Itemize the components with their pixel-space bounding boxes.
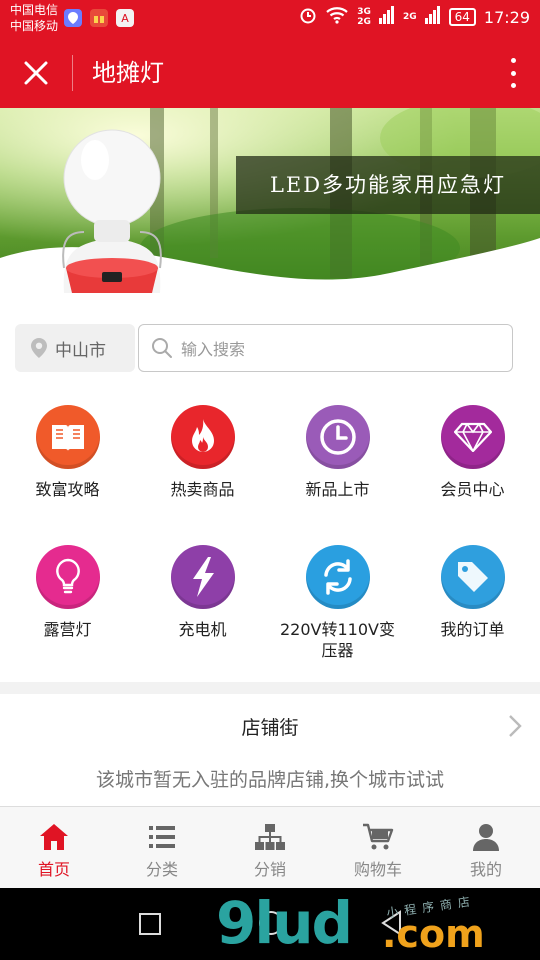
category-label: 会员中心	[440, 480, 505, 499]
page-title: 地摊灯	[92, 59, 164, 87]
notification-icons: A	[64, 9, 134, 27]
shop-street-header[interactable]: 店铺街	[0, 694, 540, 758]
tag-icon	[440, 545, 505, 609]
site-watermark: 9lud .com 小程序商店	[216, 888, 526, 960]
tab-label: 购物车	[353, 860, 402, 879]
city-name: 中山市	[55, 340, 106, 361]
alarm-icon	[299, 6, 317, 28]
carrier-1: 中国电信	[10, 3, 59, 17]
tab-label: 分类	[145, 860, 178, 879]
tab-distribution[interactable]: 分销	[216, 807, 324, 888]
diamond-icon	[440, 405, 505, 469]
lamp-illustration	[62, 129, 162, 293]
category-item[interactable]: 致富攻略	[0, 405, 135, 500]
category-label: 露营灯	[43, 620, 92, 639]
search-placeholder: 输入搜索	[181, 340, 246, 359]
home-icon	[40, 824, 68, 850]
carrier-2: 中国移动	[10, 19, 59, 33]
text-app-icon: A	[116, 9, 134, 27]
shop-street-title: 店铺街	[241, 716, 299, 739]
category-item[interactable]: 220V转110V变压器	[270, 545, 405, 661]
recent-apps-icon[interactable]	[138, 912, 162, 936]
category-label: 致富攻略	[35, 480, 100, 499]
book-icon	[35, 405, 100, 469]
user-icon	[473, 824, 499, 851]
status-bar: 中国电信 中国移动 A 3G 2G 2G 64 17:29	[0, 0, 540, 38]
signal-1-labels: 3G 2G	[357, 7, 371, 27]
category-label: 充电机	[178, 620, 227, 639]
appbar-divider	[72, 55, 73, 91]
tab-label: 我的	[469, 860, 502, 879]
clock-icon	[305, 405, 370, 469]
chevron-right-icon	[509, 715, 522, 737]
close-icon	[24, 61, 48, 85]
category-label: 220V转110V变压器	[280, 620, 395, 660]
cart-icon	[363, 823, 394, 850]
gift-app-icon	[90, 9, 108, 27]
more-menu-button[interactable]	[506, 56, 520, 90]
tab-profile[interactable]: 我的	[432, 807, 540, 888]
tab-label: 首页	[37, 860, 70, 879]
banner-caption: LED多功能家用应急灯	[236, 156, 540, 214]
tab-label: 分销	[253, 860, 286, 879]
hierarchy-icon	[255, 824, 285, 850]
tab-home[interactable]: 首页	[0, 807, 108, 888]
lightbulb-icon	[35, 545, 100, 609]
lightning-icon	[170, 545, 235, 609]
category-item[interactable]: 会员中心	[405, 405, 540, 500]
tab-cart[interactable]: 购物车	[324, 807, 432, 888]
location-pin-icon	[31, 338, 47, 358]
carrier-names: 中国电信 中国移动	[10, 2, 58, 34]
list-icon	[149, 826, 175, 848]
bottom-navigation: 首页 分类 分销 购物车 我的	[0, 806, 540, 888]
signal-bars-icon	[378, 6, 395, 28]
category-item[interactable]: 热卖商品	[135, 405, 270, 500]
system-navigation-bar: 9lud .com 小程序商店	[0, 888, 540, 960]
close-button[interactable]	[16, 55, 56, 91]
wifi-icon	[325, 6, 349, 28]
category-item[interactable]: 露营灯	[0, 545, 135, 640]
refresh-icon	[305, 545, 370, 609]
category-label: 热卖商品	[170, 480, 235, 499]
promo-banner[interactable]: LED多功能家用应急灯	[0, 108, 540, 293]
status-right: 3G 2G 2G 64 17:29	[299, 6, 530, 28]
category-item[interactable]: 我的订单	[405, 545, 540, 640]
fire-icon	[170, 405, 235, 469]
category-item[interactable]: 充电机	[135, 545, 270, 640]
category-item[interactable]: 新品上市	[270, 405, 405, 500]
more-dot	[510, 70, 516, 76]
empty-shops-message: 该城市暂无入驻的品牌店铺,换个城市试试	[95, 769, 445, 791]
watermark-main: 9lud	[216, 889, 353, 957]
city-selector[interactable]: 中山市	[15, 324, 135, 372]
location-app-icon	[64, 9, 82, 27]
battery-indicator: 64	[448, 8, 476, 26]
clock: 17:29	[483, 7, 530, 27]
tab-category[interactable]: 分类	[108, 807, 216, 888]
app-bar: 地摊灯	[0, 38, 540, 108]
more-dot	[510, 83, 516, 88]
signal-bars-2-icon	[424, 6, 441, 28]
section-divider	[0, 682, 540, 694]
search-input[interactable]: 输入搜索	[138, 324, 513, 372]
category-label: 新品上市	[305, 480, 370, 499]
search-icon	[152, 338, 172, 358]
more-dot	[510, 58, 516, 63]
signal-2-label: 2G	[402, 12, 417, 22]
category-label: 我的订单	[440, 620, 505, 639]
